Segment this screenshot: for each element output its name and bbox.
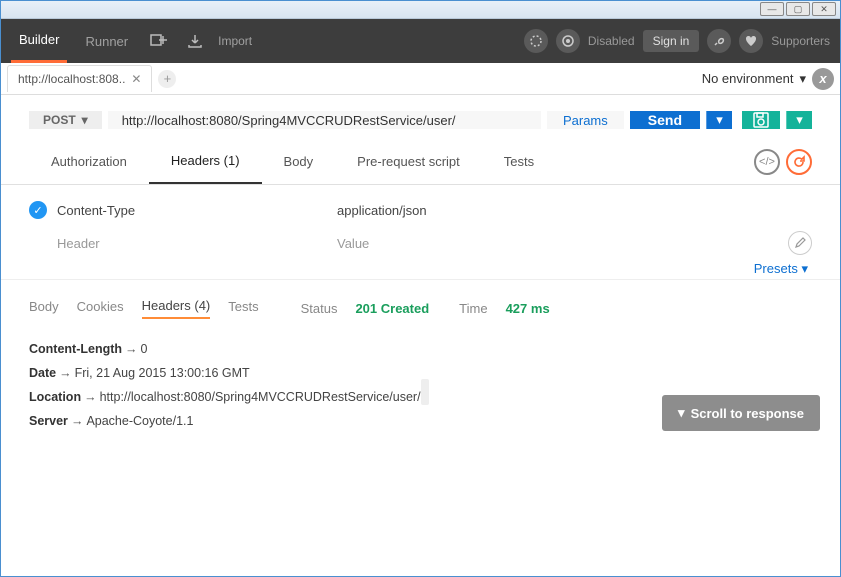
import-icon[interactable] <box>182 28 208 54</box>
settings-icon[interactable] <box>707 29 731 53</box>
header-value-placeholder[interactable]: Value <box>337 236 788 251</box>
response-tab-cookies[interactable]: Cookies <box>77 299 124 318</box>
header-row: ✓ Content-Type application/json <box>29 195 812 225</box>
tab-authorization[interactable]: Authorization <box>29 140 149 183</box>
import-label[interactable]: Import <box>218 34 252 48</box>
signin-button[interactable]: Sign in <box>643 30 700 52</box>
code-snippet-icon[interactable]: </> <box>754 149 780 175</box>
response-header-value: http://localhost:8080/Spring4MVCCRUDRest… <box>100 390 428 404</box>
method-selector[interactable]: POST ▾ <box>29 111 102 129</box>
request-url-bar: POST ▾ Params Send ▾ ▾ <box>1 95 840 139</box>
response-header-value: Apache-Coyote/1.1 <box>86 414 193 428</box>
response-tab-tests[interactable]: Tests <box>228 299 258 318</box>
header-value[interactable]: application/json <box>337 203 812 218</box>
sync-icon[interactable] <box>556 29 580 53</box>
params-link[interactable]: Params <box>547 111 624 129</box>
chevron-down-icon: ▾ <box>799 71 806 87</box>
scroll-to-response-label: Scroll to response <box>691 406 804 421</box>
heart-icon[interactable] <box>739 29 763 53</box>
presets-label: Presets <box>754 261 798 276</box>
request-sections: Authorization Headers (1) Body Pre-reque… <box>1 139 840 185</box>
method-label: POST <box>43 113 76 127</box>
url-input[interactable] <box>108 111 541 129</box>
request-tabstrip: http://localhost:808.. ✕ + No environmen… <box>1 63 840 95</box>
window-minimize-button[interactable]: — <box>760 2 784 16</box>
topbar: Builder Runner Import Disabled Sign in S… <box>1 19 840 63</box>
response-panel: Body Cookies Headers (4) Tests Status 20… <box>1 279 840 451</box>
headers-panel: ✓ Content-Type application/json Header V… <box>1 185 840 271</box>
chevron-down-icon: ▾ <box>678 405 685 421</box>
send-button[interactable]: Send <box>630 111 700 129</box>
window-close-button[interactable]: ✕ <box>812 2 836 16</box>
header-enabled-checkbox[interactable]: ✓ <box>29 201 47 219</box>
window-maximize-button[interactable]: ▢ <box>786 2 810 16</box>
supporters-label: Supporters <box>771 34 830 48</box>
header-row-new: Header Value <box>29 225 812 261</box>
nav-tab-runner[interactable]: Runner <box>77 21 136 62</box>
time-value: 427 ms <box>506 301 550 316</box>
environment-quicklook-icon[interactable]: x <box>812 68 834 90</box>
request-tab-label: http://localhost:808.. <box>18 72 125 86</box>
presets-dropdown[interactable]: Presets ▾ <box>754 261 808 277</box>
time-label: Time <box>459 301 487 316</box>
scroll-to-response-button[interactable]: ▾ Scroll to response <box>662 395 820 431</box>
header-key[interactable]: Content-Type <box>57 203 337 218</box>
sync-status-label: Disabled <box>588 34 635 48</box>
new-window-icon[interactable] <box>146 28 172 54</box>
response-header-value: 0 <box>141 342 148 356</box>
response-header-value: Fri, 21 Aug 2015 13:00:16 GMT <box>75 366 250 380</box>
send-dropdown[interactable]: ▾ <box>706 111 732 129</box>
response-tab-headers[interactable]: Headers (4) <box>142 298 211 319</box>
tab-prerequest[interactable]: Pre-request script <box>335 140 482 183</box>
close-tab-icon[interactable]: ✕ <box>131 72 141 86</box>
new-tab-button[interactable]: + <box>158 70 176 88</box>
tab-body[interactable]: Body <box>262 140 336 183</box>
response-tab-body[interactable]: Body <box>29 299 59 318</box>
response-header-key: Content-Length <box>29 342 122 356</box>
save-button[interactable] <box>742 111 780 129</box>
status-label: Status <box>301 301 338 316</box>
request-tab[interactable]: http://localhost:808.. ✕ <box>7 65 152 92</box>
status-value: 201 Created <box>355 301 429 316</box>
resize-handle[interactable] <box>421 379 429 405</box>
response-header-row: Content-Length→0 <box>29 337 812 361</box>
reset-icon[interactable] <box>786 149 812 175</box>
chevron-down-icon: ▾ <box>801 261 808 276</box>
save-dropdown[interactable]: ▾ <box>786 111 812 129</box>
environment-label: No environment <box>702 71 794 86</box>
environment-selector[interactable]: No environment ▾ x <box>702 68 834 90</box>
response-header-key: Location <box>29 390 81 404</box>
interceptor-icon[interactable] <box>524 29 548 53</box>
edit-icon[interactable] <box>788 231 812 255</box>
nav-tab-builder[interactable]: Builder <box>11 19 67 63</box>
tab-headers[interactable]: Headers (1) <box>149 139 262 184</box>
response-header-key: Server <box>29 414 68 428</box>
chevron-down-icon: ▾ <box>82 113 88 127</box>
tab-tests[interactable]: Tests <box>482 140 556 183</box>
window-titlebar: — ▢ ✕ <box>1 1 840 19</box>
header-key-placeholder[interactable]: Header <box>57 236 337 251</box>
response-header-key: Date <box>29 366 56 380</box>
